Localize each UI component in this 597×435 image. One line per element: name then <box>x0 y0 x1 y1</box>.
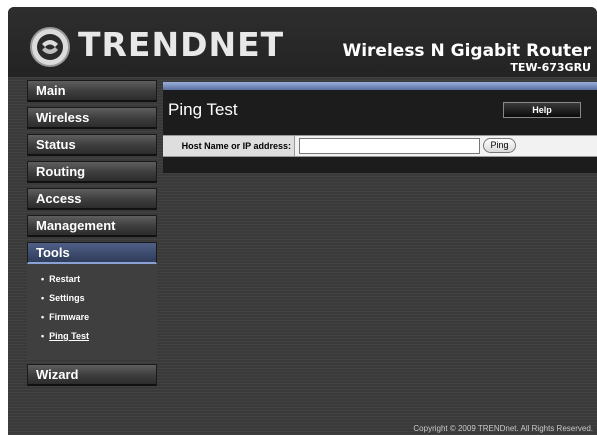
product-model: TEW-673GRU <box>510 61 591 74</box>
sidebar-item-status[interactable]: Status <box>27 134 157 156</box>
sidebar-nav: Main Wireless Status Routing Access Mana… <box>27 80 157 391</box>
ping-button[interactable]: Ping <box>483 138 516 153</box>
bullet-icon: • <box>41 312 45 322</box>
submenu-item-restart[interactable]: • Restart <box>41 274 157 293</box>
sidebar-item-access[interactable]: Access <box>27 188 157 210</box>
sidebar-item-wireless[interactable]: Wireless <box>27 107 157 129</box>
product-title: Wireless N Gigabit Router TEW-673GRU <box>342 41 591 74</box>
router-admin-frame: TRENDNET Wireless N Gigabit Router TEW-6… <box>8 7 597 435</box>
submenu-label: Settings <box>49 293 85 303</box>
sidebar-item-main[interactable]: Main <box>27 80 157 102</box>
product-name: Wireless N Gigabit Router <box>342 41 591 61</box>
page-title: Ping Test <box>168 100 238 119</box>
host-form-row: Host Name or IP address: Ping <box>163 135 597 157</box>
sidebar-item-routing[interactable]: Routing <box>27 161 157 183</box>
header-bar: TRENDNET Wireless N Gigabit Router TEW-6… <box>8 7 597 77</box>
sidebar-item-wizard[interactable]: Wizard <box>27 364 157 386</box>
tools-submenu: • Restart • Settings • Firmware • Ping Test <box>27 264 157 359</box>
host-field-label: Host Name or IP address: <box>163 136 295 156</box>
trendnet-logo-icon <box>30 27 70 67</box>
bullet-icon: • <box>41 274 45 284</box>
submenu-label: Firmware <box>49 312 90 322</box>
help-button[interactable]: Help <box>503 102 581 118</box>
trendnet-logo-text: TRENDNET <box>78 25 285 64</box>
panel-accent-bar <box>163 82 597 90</box>
copyright-text: Copyright © 2009 TRENDnet. All Rights Re… <box>413 424 593 433</box>
submenu-item-ping-test[interactable]: • Ping Test <box>41 331 157 350</box>
bullet-icon: • <box>41 331 45 341</box>
submenu-label: Restart <box>49 274 81 284</box>
host-input[interactable] <box>299 138 480 154</box>
bullet-icon: • <box>41 293 45 303</box>
sidebar-item-management[interactable]: Management <box>27 215 157 237</box>
sidebar-item-tools[interactable]: Tools <box>27 242 157 264</box>
submenu-label: Ping Test <box>49 331 89 341</box>
ping-test-panel: Ping Test Help Host Name or IP address: … <box>163 82 597 173</box>
submenu-item-firmware[interactable]: • Firmware <box>41 312 157 331</box>
submenu-item-settings[interactable]: • Settings <box>41 293 157 312</box>
